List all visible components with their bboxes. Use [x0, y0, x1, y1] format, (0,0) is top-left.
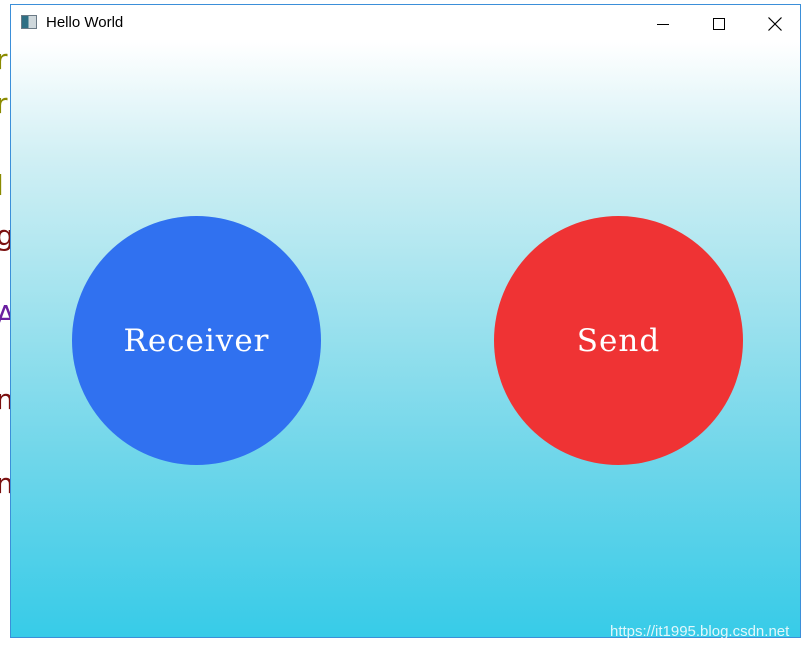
maximize-icon	[713, 17, 725, 30]
client-area: Receiver Send	[11, 42, 800, 637]
send-button-label: Send	[576, 322, 661, 359]
maximize-button[interactable]	[691, 5, 747, 42]
background-text-fragment: l	[0, 172, 4, 200]
title-bar[interactable]: Hello World	[11, 5, 800, 42]
background-text-fragment: r	[0, 43, 8, 76]
window-title: Hello World	[46, 14, 124, 31]
background-text-fragment: r	[0, 87, 8, 120]
minimize-button[interactable]	[635, 5, 691, 42]
send-button[interactable]: Send	[494, 216, 743, 465]
receiver-button-label: Receiver	[123, 322, 270, 359]
watermark-text: https://it1995.blog.csdn.net	[610, 623, 790, 640]
receiver-button[interactable]: Receiver	[72, 216, 321, 465]
app-window-icon	[21, 15, 37, 29]
close-icon	[768, 16, 782, 31]
app-window: Hello World Receiver Send	[10, 4, 801, 638]
close-button[interactable]	[747, 5, 800, 42]
minimize-icon	[657, 23, 669, 25]
